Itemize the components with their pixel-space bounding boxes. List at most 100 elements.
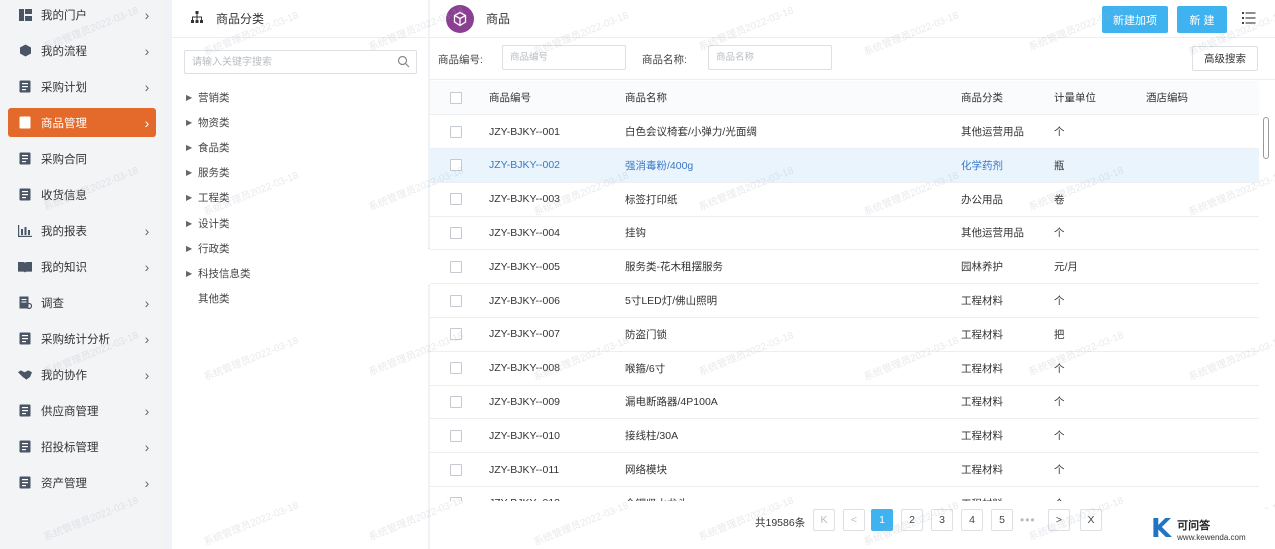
sidebar-item[interactable]: 招投标管理 › [8, 432, 156, 461]
sidebar-item[interactable]: 采购计划 › [8, 72, 156, 101]
row-checkbox[interactable] [450, 159, 462, 172]
list-menu-icon[interactable] [1242, 11, 1256, 25]
page-button[interactable]: 4 [961, 509, 983, 531]
chevron-right-icon: › [144, 258, 150, 275]
table-row[interactable]: JZY-BJKY--001 白色会议椅套/小弹力/光面绸 其他运营用品 个 [430, 115, 1259, 149]
row-checkbox[interactable] [450, 226, 462, 239]
tree-item[interactable]: ▶ 营销类 [186, 88, 230, 106]
header-hotel-code[interactable]: 酒店编码 [1146, 90, 1188, 105]
page-button[interactable]: 2 [901, 509, 923, 531]
page-button[interactable]: 1 [871, 509, 893, 531]
document-icon [18, 188, 32, 202]
sidebar-item[interactable]: 我的报表 › [8, 216, 156, 245]
tree-item[interactable]: ▶ 食品类 [186, 138, 230, 156]
cell-product-name: 全铜竖水龙头 [625, 496, 688, 501]
next-page-button[interactable]: > [1048, 509, 1070, 531]
table-row[interactable]: JZY-BJKY--009 漏电断路器/4P100A 工程材料 个 [430, 385, 1259, 420]
cell-unit: 个 [1054, 126, 1065, 138]
new-button[interactable]: 新 建 [1177, 6, 1227, 33]
last-page-button[interactable]: X [1080, 509, 1102, 531]
product-name-input[interactable] [708, 45, 832, 70]
chevron-right-icon: › [144, 114, 150, 131]
row-checkbox[interactable] [450, 429, 462, 442]
scrollbar-thumb[interactable] [1263, 117, 1269, 159]
first-page-button[interactable]: K [813, 509, 835, 531]
tree-item[interactable]: ▶ 物资类 [186, 113, 230, 131]
sidebar-item[interactable]: 供应商管理 › [8, 396, 156, 425]
cell-product-code: JZY-BJKY--006 [489, 294, 561, 307]
tree-item[interactable]: ▶ 工程类 [186, 189, 230, 207]
page-ellipsis: ••• [1020, 513, 1036, 527]
cell-unit: 个 [1054, 362, 1065, 375]
sidebar-item[interactable]: 采购统计分析 › [8, 324, 156, 353]
page-button[interactable]: 3 [931, 509, 953, 531]
sidebar-item[interactable]: 资产管理 › [8, 468, 156, 497]
table-row[interactable]: JZY-BJKY--008 喉箍/6寸 工程材料 个 [430, 352, 1259, 386]
prev-page-button[interactable]: < [843, 509, 865, 531]
header-product-category[interactable]: 商品分类 [961, 90, 1003, 105]
cell-product-name: 标签打印纸 [625, 193, 678, 206]
sidebar-item-label: 调查 [41, 297, 64, 310]
cell-product-category: 办公用品 [961, 193, 1003, 206]
header-product-name[interactable]: 商品名称 [625, 90, 667, 105]
sidebar-item[interactable]: 我的流程 › [8, 36, 156, 65]
table-row[interactable]: JZY-BJKY--010 接线柱/30A 工程材料 个 [430, 419, 1259, 454]
sidebar-item-label: 供应商管理 [41, 405, 99, 418]
advanced-search-button[interactable]: 高级搜索 [1192, 46, 1258, 71]
table-row[interactable]: JZY-BJKY--006 5寸LED灯/佛山照明 工程材料 个 [430, 284, 1259, 318]
tree-item[interactable]: ▶ 服务类 [186, 164, 230, 182]
table-row[interactable]: JZY-BJKY--007 防盗门锁 工程材料 把 [430, 318, 1259, 352]
sidebar-item[interactable]: 我的协作 › [8, 360, 156, 389]
tree-structure-icon [190, 10, 204, 27]
sidebar-item[interactable]: 调查 › [8, 288, 156, 317]
row-checkbox[interactable] [450, 260, 462, 273]
cell-product-name: 5寸LED灯/佛山照明 [625, 295, 718, 307]
row-checkbox[interactable] [450, 395, 462, 408]
product-name-label: 商品名称: [642, 54, 687, 66]
row-checkbox[interactable] [450, 193, 462, 206]
row-checkbox[interactable] [450, 294, 462, 307]
cell-product-name: 白色会议椅套/小弹力/光面绸 [625, 126, 757, 138]
sidebar-item-label: 商品管理 [41, 117, 87, 130]
table-row[interactable]: JZY-BJKY--002 强消毒粉/400g 化学药剂 瓶 [430, 148, 1259, 183]
search-icon[interactable] [397, 55, 410, 71]
header-unit[interactable]: 计量单位 [1054, 90, 1096, 105]
tree-item[interactable]: ▶ 设计类 [186, 214, 230, 232]
cell-product-code: JZY-BJKY--004 [489, 226, 561, 239]
tree-item[interactable]: ▶ 科技信息类 [186, 264, 251, 282]
flow-icon [18, 44, 32, 58]
new-add-item-button[interactable]: 新建加项 [1102, 6, 1168, 33]
table-row[interactable]: JZY-BJKY--003 标签打印纸 办公用品 卷 [430, 183, 1259, 217]
header-product-code[interactable]: 商品编号 [489, 90, 531, 105]
table-row[interactable]: JZY-BJKY--004 挂钩 其他运营用品 个 [430, 216, 1259, 251]
row-checkbox[interactable] [450, 362, 462, 375]
sidebar-item[interactable]: 我的门户 › [8, 0, 156, 29]
sidebar-item-label: 收货信息 [41, 189, 87, 202]
cell-unit: 个 [1054, 430, 1065, 443]
sidebar-item[interactable]: 采购合同 [8, 144, 156, 173]
cell-product-name: 服务类-花木租摆服务 [625, 261, 723, 274]
table-row[interactable]: JZY-BJKY--011 网络模块 工程材料 个 [430, 453, 1259, 487]
tree-item-label: 营销类 [198, 91, 230, 104]
page-button[interactable]: 5 [991, 509, 1013, 531]
row-checkbox[interactable] [450, 463, 462, 476]
select-all-checkbox[interactable] [450, 91, 462, 104]
tree-item-label: 服务类 [198, 167, 230, 180]
tree-item[interactable]: ▶ 行政类 [186, 239, 230, 257]
category-search-input[interactable] [185, 51, 390, 73]
document-icon [18, 476, 32, 490]
sidebar-item[interactable]: 商品管理 › [8, 108, 156, 137]
row-checkbox[interactable] [450, 497, 462, 501]
row-checkbox[interactable] [450, 328, 462, 341]
caret-right-icon: ▶ [186, 168, 193, 178]
sidebar-item[interactable]: 我的知识 › [8, 252, 156, 281]
sidebar-item[interactable]: 收货信息 [8, 180, 156, 209]
table-scrollbar[interactable] [1261, 115, 1271, 495]
cell-unit: 个 [1054, 464, 1065, 476]
tree-item[interactable]: 其他类 [186, 290, 230, 308]
table-row[interactable]: JZY-BJKY--005 服务类-花木租摆服务 园林养护 元/月 [430, 250, 1259, 285]
row-checkbox[interactable] [450, 125, 462, 138]
table-row[interactable]: JZY-BJKY--012 全铜竖水龙头 工程材料 个 [430, 487, 1259, 501]
product-code-input[interactable] [502, 45, 626, 70]
portal-icon [18, 8, 32, 22]
